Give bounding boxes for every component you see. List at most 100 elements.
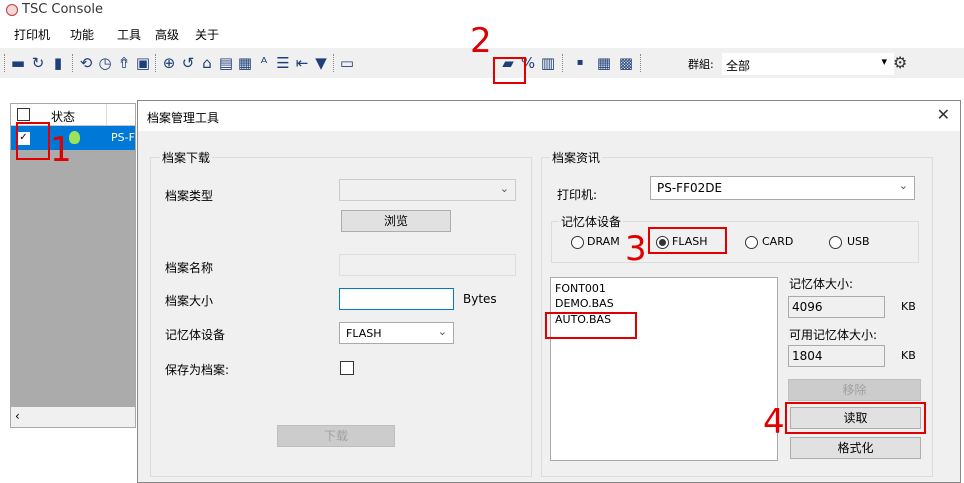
- house-icon[interactable]: ⌂: [199, 55, 215, 71]
- chevron-down-icon: ⌄: [499, 182, 509, 195]
- memory-device-select[interactable]: FLASH ⌄: [339, 322, 454, 344]
- file-size-label: 档案大小: [165, 294, 214, 308]
- radio-dram-label: DRAM: [587, 235, 620, 248]
- available-memory-label: 可用记忆体大小:: [789, 328, 878, 342]
- printer-name-cell: PS-F: [111, 131, 135, 144]
- grid-alt-icon[interactable]: ▩: [618, 55, 634, 71]
- file-name-label: 档案名称: [165, 261, 214, 275]
- select-all-checkbox[interactable]: [17, 108, 30, 121]
- list-icon[interactable]: ☰: [275, 55, 291, 71]
- printer-select[interactable]: PS-FF02DE ⌄: [650, 176, 915, 200]
- file-info-group-label: 档案资讯: [550, 149, 603, 166]
- memory-device-value: FLASH: [346, 327, 382, 340]
- annotation-box-toolbar: [493, 57, 526, 84]
- undo-icon[interactable]: ↺: [180, 55, 196, 71]
- annotation-number-3: 3: [625, 229, 647, 269]
- menu-tools[interactable]: 工具: [117, 26, 141, 43]
- group-label: 群組:: [688, 58, 714, 71]
- list-left-icon[interactable]: ⇤: [294, 55, 310, 71]
- toolbar-separator: [333, 54, 335, 72]
- toolbar-separator: [640, 54, 642, 72]
- memory-radio-group-label: 记忆体设备: [559, 213, 624, 230]
- printer-select-value: PS-FF02DE: [657, 181, 723, 195]
- toolbar-separator: [4, 54, 6, 72]
- file-size-field[interactable]: [339, 288, 454, 310]
- download-group-label: 档案下载: [160, 149, 213, 166]
- annotation-number-1: 1: [50, 130, 72, 170]
- app-logo-icon: [6, 4, 18, 16]
- radio-usb-label: USB: [847, 235, 870, 248]
- memory-device-label: 记忆体设备: [165, 328, 226, 342]
- radio-usb[interactable]: [829, 236, 842, 249]
- label-icon[interactable]: ▦: [237, 55, 253, 71]
- refresh-icon[interactable]: ↻: [30, 55, 46, 71]
- file-list[interactable]: FONT001 DEMO.BAS AUTO.BAS: [550, 277, 778, 461]
- feed-icon[interactable]: ⟲: [78, 55, 94, 71]
- file-name-field[interactable]: [339, 254, 516, 276]
- shield-icon[interactable]: ▼: [313, 55, 329, 71]
- menu-printer[interactable]: 打印机: [14, 26, 50, 43]
- kb-unit: KB: [901, 349, 916, 362]
- calibrate-icon[interactable]: ▣: [135, 55, 151, 71]
- menu-advanced[interactable]: 高级: [155, 26, 179, 43]
- annotation-box-read: [785, 402, 926, 434]
- clock-icon[interactable]: ◷: [97, 55, 113, 71]
- menu-function[interactable]: 功能: [70, 26, 94, 43]
- kb-unit: KB: [901, 300, 916, 313]
- config-icon[interactable]: ▤: [218, 55, 234, 71]
- file-type-select[interactable]: ⌄: [339, 179, 516, 201]
- list-item[interactable]: DEMO.BAS: [555, 297, 614, 310]
- grid-col-status: 状态: [51, 110, 76, 124]
- close-icon[interactable]: ✕: [937, 105, 950, 124]
- chevron-down-icon: ⌄: [437, 325, 447, 338]
- gear-icon[interactable]: ⚙: [893, 53, 907, 72]
- printer-icon[interactable]: ▮: [50, 55, 66, 71]
- file-type-label: 档案类型: [165, 189, 214, 203]
- radio-card-label: CARD: [762, 235, 794, 248]
- grid-empty-area: [11, 150, 135, 407]
- annotation-box-file: [545, 312, 637, 339]
- save-as-file-checkbox[interactable]: [340, 361, 354, 375]
- small-icon[interactable]: ▪: [572, 55, 588, 71]
- memory-size-label: 记忆体大小:: [789, 277, 854, 291]
- dialog-title: 档案管理工具: [147, 111, 220, 125]
- dialog-title-bar: 档案管理工具 ✕: [138, 101, 960, 131]
- save-as-file-label: 保存为档案:: [165, 363, 230, 377]
- column-divider: [106, 104, 107, 125]
- scroll-left-icon[interactable]: ‹: [15, 409, 20, 423]
- title-bar: TSC Console: [0, 0, 964, 22]
- available-memory-value: 1804: [792, 349, 823, 363]
- download-button[interactable]: 下载: [277, 425, 395, 447]
- annotation-number-4: 4: [763, 402, 785, 442]
- toolbar-separator: [562, 54, 564, 72]
- group-select[interactable]: 全部 ▾: [722, 53, 894, 75]
- annotation-box-flash: [648, 227, 727, 254]
- radio-card[interactable]: [745, 236, 758, 249]
- memory-size-value: 4096: [792, 300, 823, 314]
- available-memory-field: 1804: [788, 345, 885, 367]
- horizontal-scrollbar[interactable]: ‹: [11, 407, 135, 427]
- printer-label: 打印机:: [557, 188, 598, 202]
- memory-size-field: 4096: [788, 296, 885, 318]
- toolbar-separator: [72, 54, 74, 72]
- chevron-down-icon: ▾: [881, 55, 887, 68]
- group-select-value: 全部: [726, 59, 751, 73]
- printer-add-icon[interactable]: ▬: [10, 55, 26, 71]
- font-icon[interactable]: ᴬ: [256, 55, 272, 71]
- list-item[interactable]: FONT001: [555, 282, 606, 295]
- chevron-down-icon: ⌄: [898, 179, 908, 192]
- grid-icon[interactable]: ▦: [596, 55, 612, 71]
- bytes-unit: Bytes: [463, 292, 497, 306]
- annotation-box-checkbox: [16, 122, 50, 160]
- format-button[interactable]: 格式化: [790, 437, 921, 459]
- terminal-icon[interactable]: ▭: [339, 55, 355, 71]
- browse-button[interactable]: 浏览: [341, 210, 451, 232]
- radio-dram[interactable]: [571, 236, 584, 249]
- app-title: TSC Console: [22, 2, 104, 17]
- menu-about[interactable]: 关于: [195, 26, 219, 43]
- annotation-number-2: 2: [470, 21, 492, 61]
- target-icon[interactable]: ⊕: [161, 55, 177, 71]
- document-icon[interactable]: ▥: [540, 55, 556, 71]
- remove-button[interactable]: 移除: [788, 379, 921, 401]
- home-arrow-icon[interactable]: ⇮: [116, 55, 132, 71]
